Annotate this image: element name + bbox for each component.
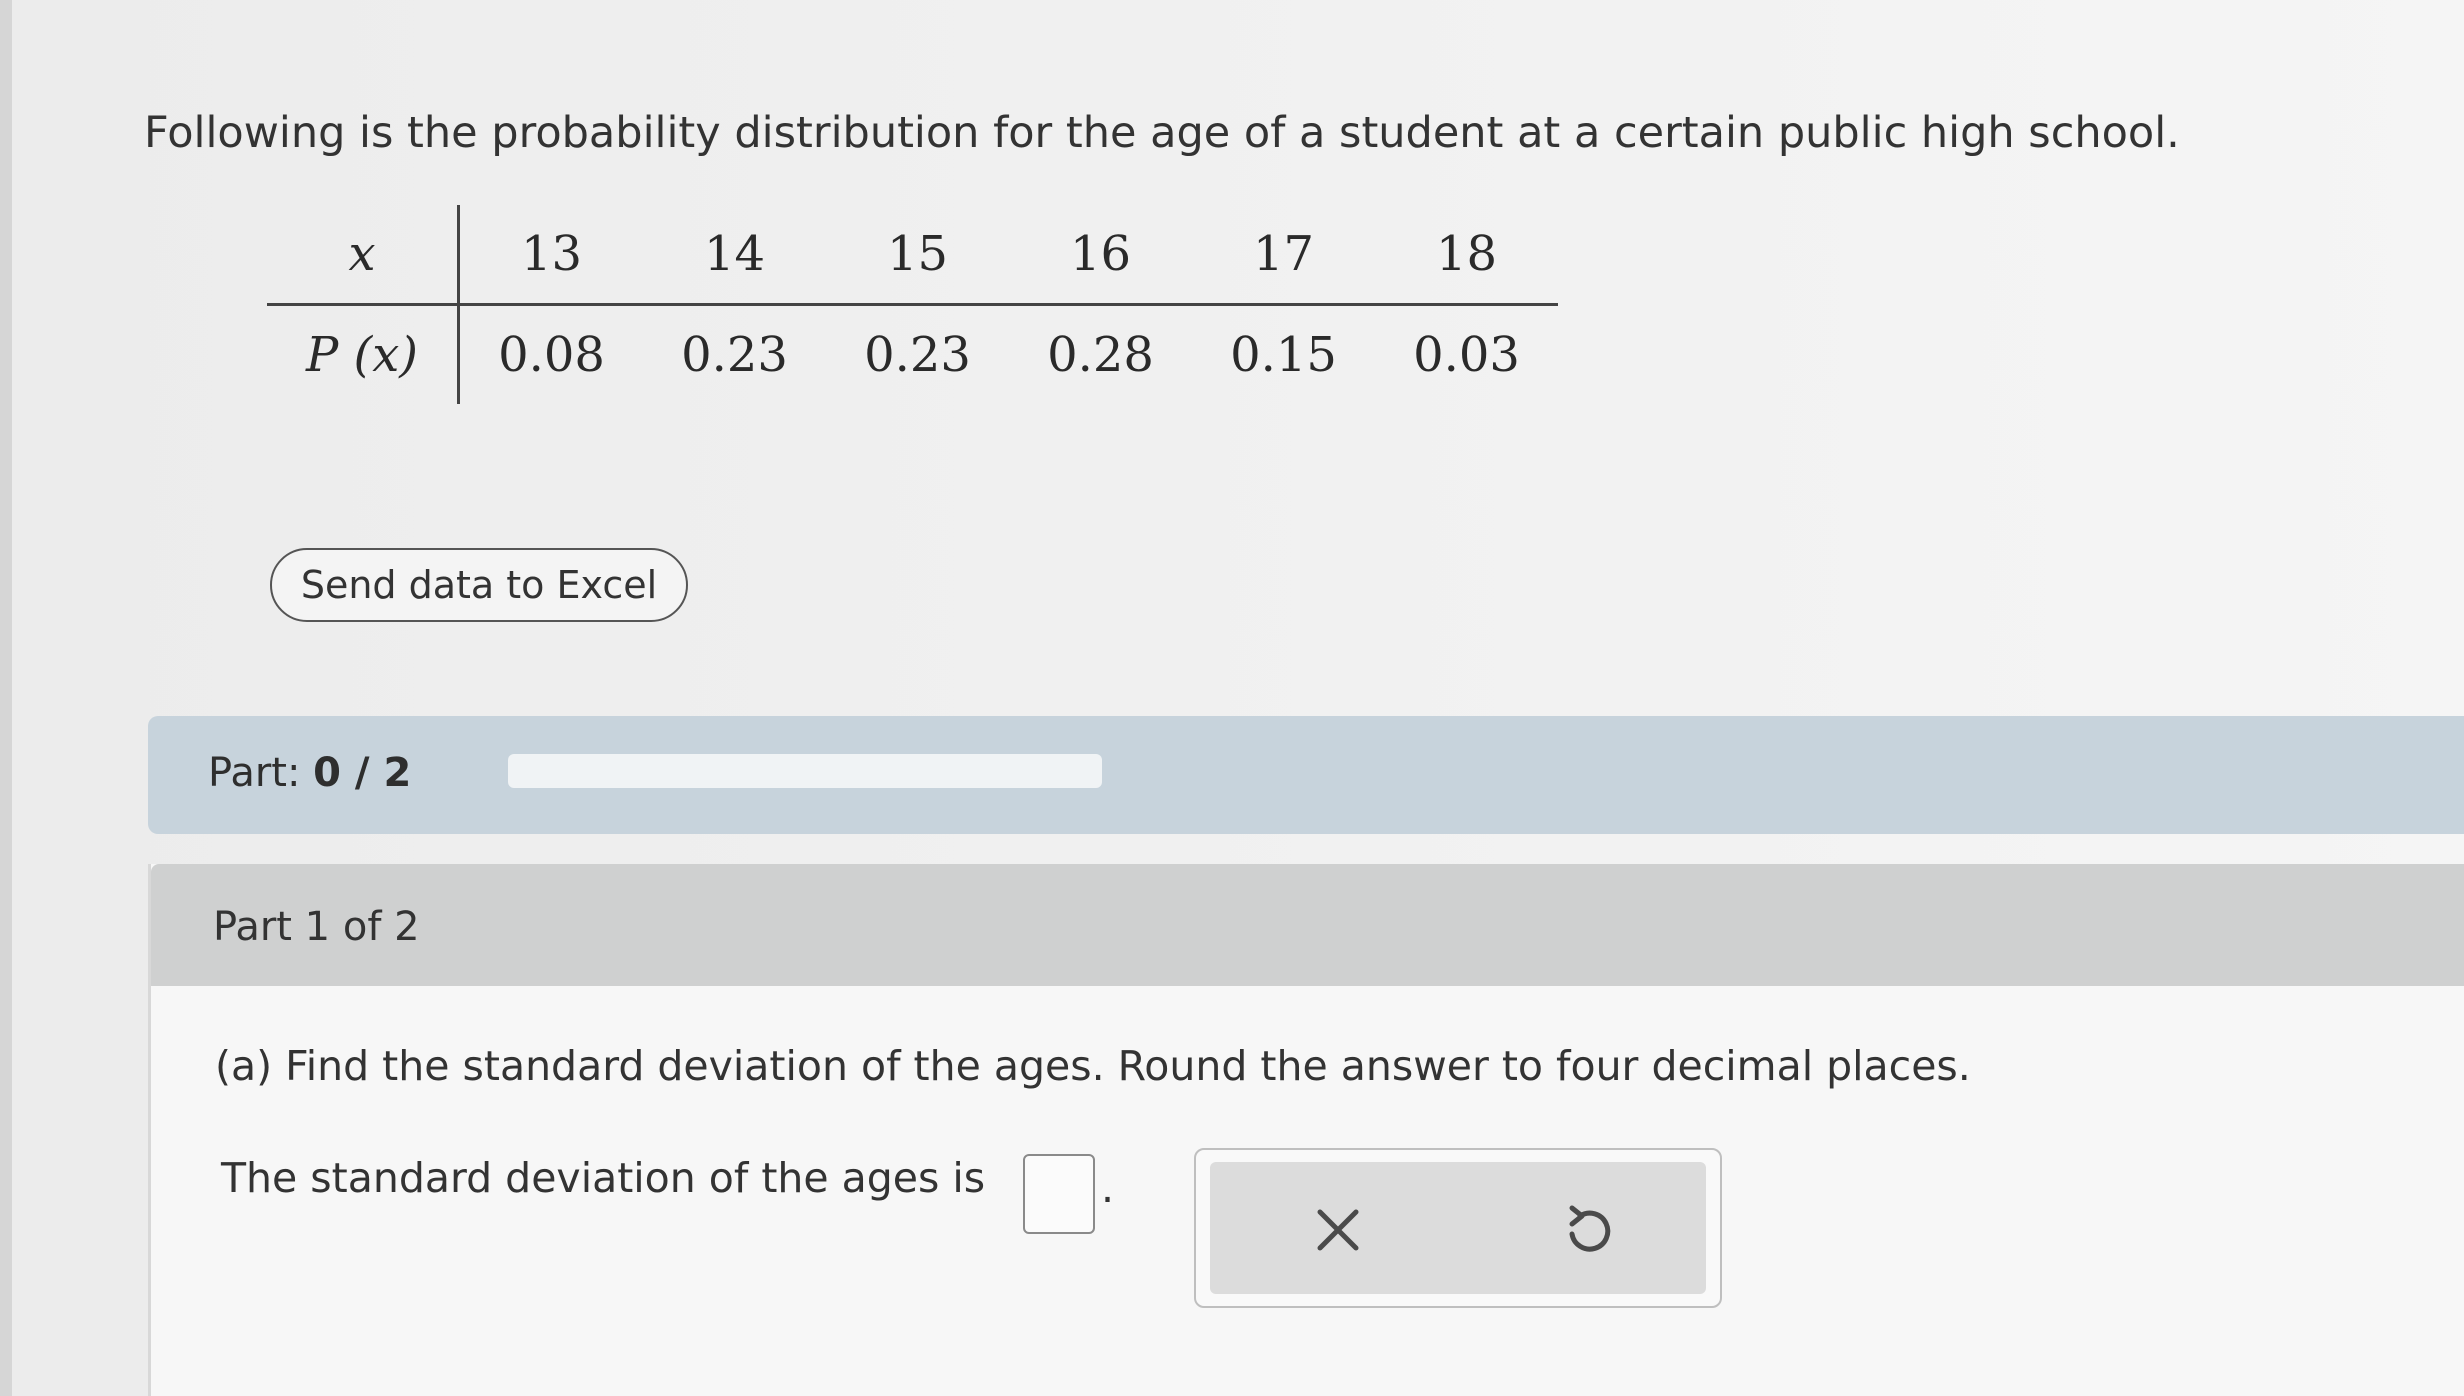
px-header: P (x)	[267, 304, 460, 404]
x-value: 18	[1375, 205, 1558, 306]
answer-input[interactable]	[1023, 1154, 1095, 1234]
x-value: 13	[458, 205, 643, 306]
question-prompt: (a) Find the standard deviation of the a…	[215, 1042, 1971, 1090]
part-progress-label: Part: 0 / 2	[208, 750, 411, 796]
probability-row: P (x) 0.08 0.23 0.23 0.28 0.15 0.03	[267, 304, 1558, 404]
undo-icon	[1569, 1205, 1611, 1252]
x-value: 15	[826, 205, 1009, 306]
probability-value: 0.23	[864, 327, 971, 383]
part-1-panel: Part 1 of 2 (a) Find the standard deviat…	[148, 864, 2464, 1396]
send-to-excel-button[interactable]: Send data to Excel	[270, 548, 688, 622]
part-title: Part 1 of 2	[213, 904, 420, 950]
part-progress-bar: Part: 0 / 2	[148, 716, 2464, 834]
x-header: x	[267, 205, 460, 306]
x-value: 16	[1009, 205, 1192, 306]
probability-distribution-table: x 13 14 15 16 17 18 P (x) 0.08 0.23 0.23…	[267, 205, 1558, 404]
part-1-header: Part 1 of 2	[151, 864, 2464, 986]
probability-value: 0.23	[681, 327, 788, 383]
undo-button[interactable]	[1558, 1200, 1618, 1260]
part-progress-count: 0 / 2	[313, 750, 412, 796]
problem-page: Following is the probability distributio…	[12, 0, 2464, 1396]
answer-prefix: The standard deviation of the ages is	[221, 1154, 986, 1202]
answer-actions-inner	[1210, 1162, 1706, 1294]
problem-intro: Following is the probability distributio…	[144, 108, 2180, 158]
probability-value: 0.28	[1047, 327, 1154, 383]
clear-button[interactable]	[1308, 1200, 1368, 1260]
answer-actions	[1194, 1148, 1722, 1308]
close-icon	[1317, 1209, 1359, 1251]
screen-edge	[0, 0, 12, 1396]
x-value: 14	[643, 205, 826, 306]
x-value: 17	[1192, 205, 1375, 306]
part-progress-prefix: Part:	[208, 750, 301, 796]
probability-value: 0.15	[1230, 327, 1337, 383]
probability-value: 0.08	[498, 327, 605, 383]
x-row: x 13 14 15 16 17 18	[267, 205, 1558, 306]
probability-value: 0.03	[1413, 327, 1520, 383]
answer-suffix: .	[1101, 1164, 1115, 1212]
progress-track	[508, 754, 1102, 788]
